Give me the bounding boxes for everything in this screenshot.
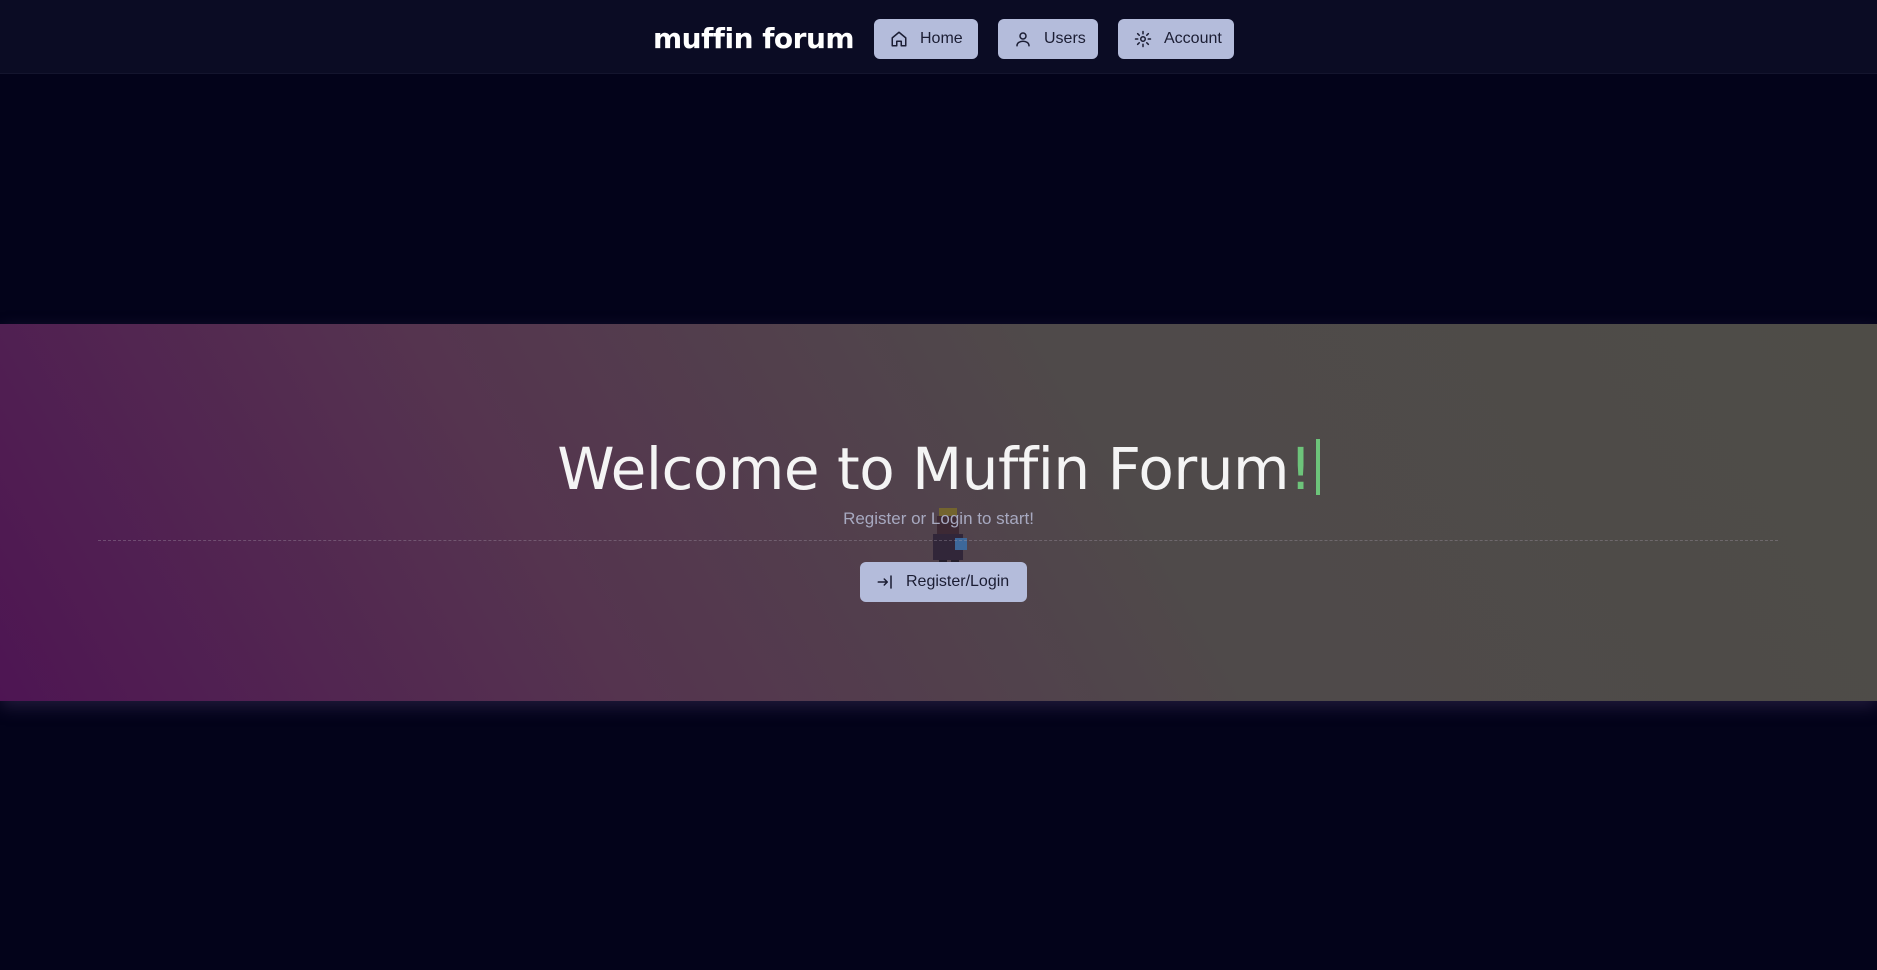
login-icon (876, 573, 894, 591)
user-icon (1014, 30, 1032, 48)
hero-title-text: Welcome to Muffin Forum (557, 435, 1289, 503)
hero-title-accent: ! (1288, 435, 1312, 503)
typing-cursor (1315, 439, 1320, 495)
users-button[interactable]: Users (998, 19, 1098, 59)
account-button[interactable]: Account (1118, 19, 1234, 59)
home-button-label: Home (920, 30, 963, 47)
register-login-button[interactable]: Register/Login (860, 562, 1027, 602)
hero-subtitle: Register or Login to start! (843, 509, 1034, 528)
site-logo[interactable]: muffin forum (653, 20, 855, 58)
users-button-label: Users (1044, 30, 1086, 47)
hero-banner: Welcome to Muffin Forum! Register or Log… (0, 324, 1877, 701)
register-login-label: Register/Login (906, 573, 1010, 590)
hero-divider (98, 540, 1778, 541)
home-icon (890, 30, 908, 48)
home-button[interactable]: Home (874, 19, 978, 59)
gear-icon (1134, 30, 1152, 48)
hero-title: Welcome to Muffin Forum! (0, 434, 1877, 504)
top-navbar: muffin forum Home Users Account (0, 0, 1877, 74)
account-button-label: Account (1164, 30, 1222, 47)
